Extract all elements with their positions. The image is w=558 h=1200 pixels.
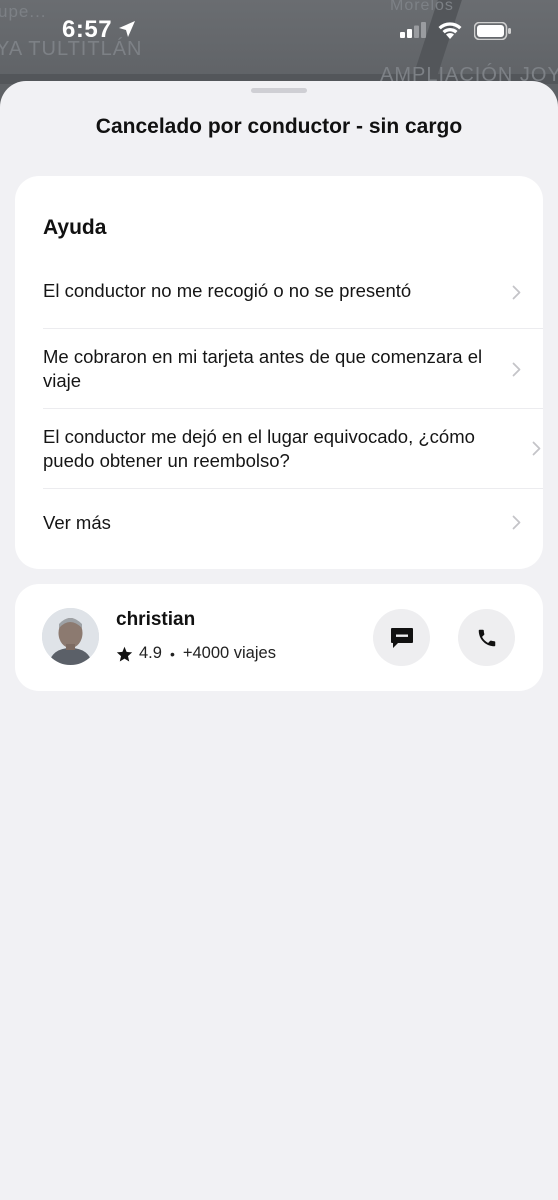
message-driver-button[interactable] [373, 609, 430, 666]
driver-avatar [42, 608, 99, 665]
help-card: Ayuda El conductor no me recogió o no se… [15, 176, 543, 569]
help-item-label: Ver más [43, 512, 111, 533]
chevron-right-icon [512, 285, 521, 300]
wifi-icon [438, 22, 462, 39]
driver-name: christian [116, 609, 196, 630]
call-driver-button[interactable] [458, 609, 515, 666]
chevron-right-icon [532, 441, 541, 456]
chevron-right-icon [512, 515, 521, 530]
driver-trips: +4000 viajes [182, 644, 276, 662]
driver-meta: 4.9 • +4000 viajes [116, 644, 276, 663]
help-item-label: El conductor no me recogió o no se prese… [43, 280, 412, 301]
phone-icon [478, 629, 495, 646]
help-item-label: El conductor me dejó en el lugar equivoc… [43, 426, 475, 471]
help-item-wrong-dropoff-refund[interactable]: El conductor me dejó en el lugar equivoc… [43, 409, 543, 489]
help-item-charged-before-trip[interactable]: Me cobraron en mi tarjeta antes de que c… [43, 329, 543, 409]
meta-separator: • [169, 645, 175, 662]
sheet-title: Cancelado por conductor - sin cargo [95, 115, 463, 138]
help-item-label: Me cobraron en mi tarjeta antes de que c… [43, 346, 483, 391]
help-item-see-more[interactable]: Ver más [43, 489, 543, 559]
help-heading: Ayuda [43, 216, 107, 239]
driver-card: christian 4.9 • +4000 viajes [15, 584, 543, 691]
status-bar: 6:57 [0, 0, 558, 64]
bottom-sheet: Cancelado por conductor - sin cargo Ayud… [0, 81, 558, 1200]
chevron-right-icon [512, 362, 521, 377]
driver-photo [42, 608, 99, 665]
help-item-driver-no-show[interactable]: El conductor no me recogió o no se prese… [43, 264, 543, 329]
message-icon [390, 627, 413, 648]
status-time: 6:57 [62, 16, 113, 43]
cellular-signal-icon [400, 22, 426, 38]
location-arrow-icon [119, 21, 135, 37]
sheet-grabber[interactable] [251, 88, 307, 93]
star-icon [116, 646, 133, 662]
battery-icon [474, 22, 511, 40]
driver-rating: 4.9 [139, 644, 162, 662]
